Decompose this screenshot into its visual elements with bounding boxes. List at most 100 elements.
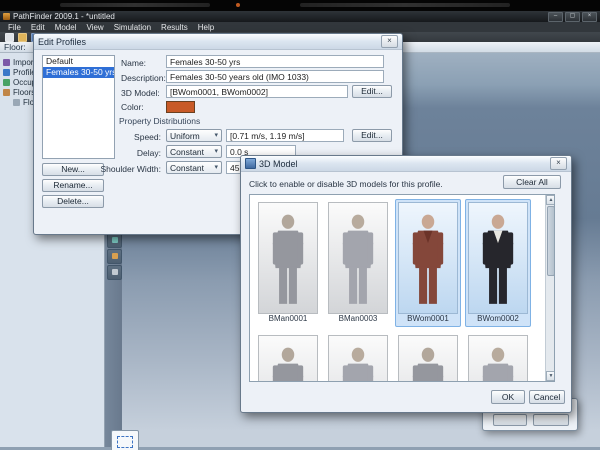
distributions-heading: Property Distributions [119, 116, 200, 126]
model-image [468, 202, 528, 314]
close-icon[interactable]: × [582, 12, 597, 22]
menu-model[interactable]: Model [50, 23, 82, 32]
model-image [398, 335, 458, 382]
background-text-smudge [300, 3, 510, 7]
chevron-down-icon: ▾ [214, 163, 218, 171]
menu-simulation[interactable]: Simulation [109, 23, 156, 32]
person-figure-icon [403, 209, 453, 313]
shoulder-width-label: Shoulder Width: [89, 164, 161, 174]
title-bar[interactable]: PathFinder 2009.1 - *untitled – ▢ × [0, 11, 600, 22]
close-icon[interactable]: × [381, 35, 398, 48]
speed-label: Speed: [101, 132, 161, 142]
minimize-icon[interactable]: – [548, 12, 563, 22]
model-thumb-bman0003[interactable]: BMan0003 [325, 199, 391, 327]
profiles-icon [3, 69, 10, 76]
selection-tool-panel[interactable] [111, 430, 139, 450]
dialog-title: Edit Profiles [38, 37, 86, 47]
delete-button[interactable]: Delete... [42, 195, 104, 208]
model-image [398, 202, 458, 314]
pan-tool-icon[interactable] [107, 265, 122, 280]
floor-label: Floor: [4, 42, 26, 52]
desktop: PathFinder 2009.1 - *untitled – ▢ × File… [0, 0, 600, 450]
clear-all-button[interactable]: Clear All [503, 175, 561, 189]
menu-edit[interactable]: Edit [26, 23, 50, 32]
view-tool-icon[interactable] [107, 233, 122, 248]
chevron-down-icon: ▾ [214, 147, 218, 155]
speed-value-field[interactable]: [0.71 m/s, 1.19 m/s] [226, 129, 344, 142]
color-label: Color: [121, 102, 144, 112]
speed-edit-button[interactable]: Edit... [352, 129, 392, 142]
edit-profiles-title-bar[interactable]: Edit Profiles × [34, 34, 402, 50]
name-field[interactable]: Females 30-50 yrs [166, 55, 384, 68]
menu-bar: File Edit Model View Simulation Results … [0, 22, 600, 32]
list-item[interactable]: Default [43, 56, 114, 67]
color-swatch[interactable] [166, 101, 195, 113]
model-label: 3D Model: [121, 88, 160, 98]
instruction-text: Click to enable or disable 3D models for… [249, 179, 443, 189]
model-thumb[interactable] [255, 332, 321, 382]
cancel-button[interactable]: Cancel [529, 390, 565, 404]
model-image [468, 335, 528, 382]
person-figure-icon [263, 209, 313, 313]
background-window-strip [0, 0, 600, 11]
model-dialog-title-bar[interactable]: 3D Model × [241, 156, 571, 172]
delay-distribution-select[interactable]: Constant▾ [166, 145, 222, 158]
model-edit-button[interactable]: Edit... [352, 85, 392, 98]
description-field[interactable]: Females 30-50 years old (IMO 1033) [166, 70, 384, 83]
app-icon [3, 13, 10, 20]
name-label: Name: [121, 58, 146, 68]
model-thumb[interactable] [395, 332, 461, 382]
model-image [258, 335, 318, 382]
occupants-icon [3, 79, 10, 86]
delay-label: Delay: [101, 148, 161, 158]
selection-rect-icon [117, 436, 133, 448]
person-figure-icon [403, 342, 453, 382]
shoulder-distribution-select[interactable]: Constant▾ [166, 161, 222, 174]
model-thumb-bwom0001-selected[interactable]: BWom0001 [395, 199, 461, 327]
fragment-button[interactable] [533, 414, 569, 426]
fragment-button[interactable] [493, 414, 527, 426]
background-text-smudge [60, 3, 210, 7]
person-figure-icon [333, 342, 383, 382]
menu-results[interactable]: Results [156, 23, 193, 32]
chevron-down-icon: ▾ [214, 131, 218, 139]
floors-icon [3, 89, 10, 96]
scroll-down-icon[interactable]: ▼ [546, 371, 555, 381]
model-thumb[interactable] [465, 332, 531, 382]
person-figure-icon [473, 209, 523, 313]
open-file-icon[interactable] [18, 33, 27, 42]
background-orange-dot [236, 3, 240, 7]
menu-help[interactable]: Help [193, 23, 219, 32]
orbit-tool-icon[interactable] [107, 249, 122, 264]
ok-button[interactable]: OK [491, 390, 525, 404]
maximize-icon[interactable]: ▢ [565, 12, 580, 22]
list-item-selected[interactable]: Females 30-50 yrs [43, 67, 114, 78]
window-title: PathFinder 2009.1 - *untitled [13, 12, 115, 21]
description-label: Description: [121, 73, 166, 83]
scroll-up-icon[interactable]: ▲ [546, 195, 555, 205]
imported-geometry-icon [3, 59, 10, 66]
dialog-icon [245, 158, 256, 169]
model-dialog: 3D Model × Click to enable or disable 3D… [240, 155, 572, 413]
person-figure-icon [333, 209, 383, 313]
speed-distribution-select[interactable]: Uniform▾ [166, 129, 222, 142]
menu-file[interactable]: File [3, 23, 26, 32]
close-icon[interactable]: × [550, 157, 567, 170]
model-thumb-bwom0002-selected[interactable]: BWom0002 [465, 199, 531, 327]
model-field[interactable]: [BWom0001, BWom0002] [166, 85, 348, 98]
rename-button[interactable]: Rename... [42, 179, 104, 192]
menu-view[interactable]: View [81, 23, 108, 32]
model-image [328, 202, 388, 314]
profile-list[interactable]: Default Females 30-50 yrs [42, 55, 115, 159]
scrollbar-thumb[interactable] [547, 206, 555, 276]
model-thumb[interactable] [325, 332, 391, 382]
model-grid: BMan0001 BMan0003 BWom0001 BWom0002 [249, 194, 555, 382]
person-figure-icon [473, 342, 523, 382]
scrollbar[interactable]: ▲ ▼ [545, 195, 555, 381]
person-figure-icon [263, 342, 313, 382]
dialog-title: 3D Model [259, 159, 298, 169]
model-image [328, 335, 388, 382]
new-file-icon[interactable] [5, 33, 14, 42]
model-thumb-bman0001[interactable]: BMan0001 [255, 199, 321, 327]
model-image [258, 202, 318, 314]
